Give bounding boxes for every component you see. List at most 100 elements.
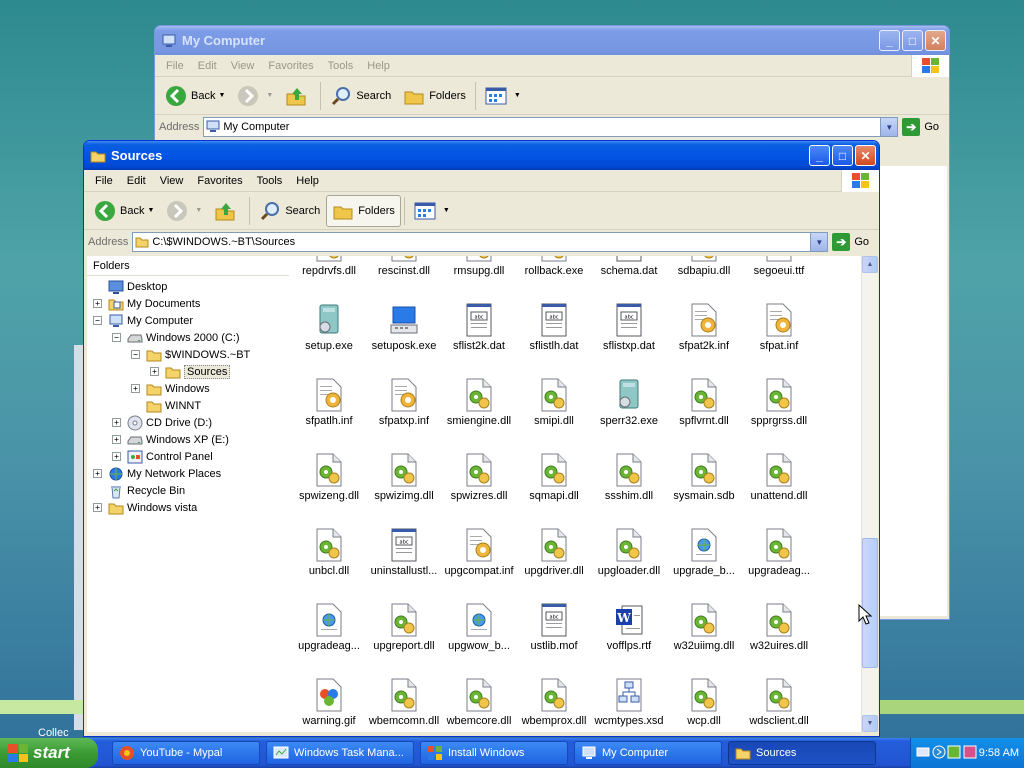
keyboard-icon[interactable] <box>916 746 930 761</box>
file-item[interactable]: spflvrnt.dll <box>666 374 742 427</box>
maximize-button[interactable]: □ <box>902 30 923 51</box>
file-item[interactable]: abc schema.dat <box>591 256 667 277</box>
menu-file[interactable]: File <box>88 175 120 187</box>
menu-favorites[interactable]: Favorites <box>190 175 249 187</box>
file-item[interactable]: unbcl.dll <box>291 524 367 577</box>
file-item[interactable]: wbemcore.dll <box>441 674 517 727</box>
menu-edit[interactable]: Edit <box>191 60 224 72</box>
menu-edit[interactable]: Edit <box>120 175 153 187</box>
file-item[interactable]: sfpatxp.inf <box>366 374 442 427</box>
go-button[interactable]: ➔ Go <box>832 233 875 251</box>
taskbar-button-sources[interactable]: Sources <box>728 741 876 765</box>
file-item[interactable]: sqmapi.dll <box>516 449 592 502</box>
file-item[interactable]: sfpat2k.inf <box>666 299 742 352</box>
taskbar-button-windows-task-mana[interactable]: Windows Task Mana... <box>266 741 414 765</box>
expand-toggle-icon[interactable]: − <box>93 316 102 325</box>
menu-tools[interactable]: Tools <box>321 60 361 72</box>
file-item[interactable]: abc sflistxp.dat <box>591 299 667 352</box>
back-button[interactable]: Back ▼ <box>88 195 160 227</box>
menu-favorites[interactable]: Favorites <box>261 60 320 72</box>
expand-toggle-icon[interactable]: + <box>112 452 121 461</box>
start-button[interactable]: start <box>0 738 98 768</box>
views-button[interactable]: ▼ <box>479 80 527 112</box>
expand-toggle-icon[interactable]: + <box>131 384 140 393</box>
display-icon[interactable] <box>947 745 961 762</box>
file-item[interactable]: ssshim.dll <box>591 449 667 502</box>
close-button[interactable]: ✕ <box>925 30 946 51</box>
file-item[interactable]: unattend.dll <box>741 449 817 502</box>
menu-help[interactable]: Help <box>360 60 397 72</box>
menu-help[interactable]: Help <box>289 175 326 187</box>
tree-node-windows[interactable]: + Windows <box>131 380 210 397</box>
search-button[interactable]: Search <box>324 80 397 112</box>
tree-node-windows-vista[interactable]: + Windows vista <box>93 499 197 516</box>
file-item[interactable]: wbemcomn.dll <box>366 674 442 727</box>
scroll-down-button[interactable]: ▼ <box>862 715 878 732</box>
file-item[interactable]: upgdriver.dll <box>516 524 592 577</box>
file-item[interactable]: sfpatlh.inf <box>291 374 367 427</box>
folders-button[interactable]: Folders <box>326 194 401 227</box>
file-item[interactable]: rollback.exe <box>516 256 592 277</box>
taskbar-button-install-windows[interactable]: Install Windows <box>420 741 568 765</box>
forward-button[interactable]: ▼ <box>160 195 208 227</box>
file-item[interactable]: segoeui.ttf <box>741 256 817 277</box>
file-item[interactable]: wcp.dll <box>666 674 742 727</box>
file-item[interactable]: abc sflist2k.dat <box>441 299 517 352</box>
file-item[interactable]: w32uiimg.dll <box>666 599 742 652</box>
file-item[interactable]: setup.exe <box>291 299 367 352</box>
address-input[interactable]: My Computer ▼ <box>203 117 899 137</box>
file-item[interactable]: abc ustlib.mof <box>516 599 592 652</box>
views-button[interactable]: ▼ <box>408 195 456 227</box>
file-item[interactable]: abc uninstallustl... <box>366 524 442 577</box>
file-item[interactable]: wbemprox.dll <box>516 674 592 727</box>
tree-node-cd-drive-d[interactable]: + CD Drive (D:) <box>112 414 212 431</box>
file-item[interactable]: sysmain.sdb <box>666 449 742 502</box>
expand-toggle-icon[interactable]: + <box>150 367 159 376</box>
file-item[interactable]: upgradeag... <box>741 524 817 577</box>
file-item[interactable]: smiengine.dll <box>441 374 517 427</box>
up-folder-button[interactable] <box>279 80 317 112</box>
file-item[interactable]: wcmtypes.xsd <box>591 674 667 727</box>
file-item[interactable]: abc sflistlh.dat <box>516 299 592 352</box>
file-item[interactable]: spprgrss.dll <box>741 374 817 427</box>
menu-view[interactable]: View <box>153 175 191 187</box>
file-item[interactable]: rmsupg.dll <box>441 256 517 277</box>
forward-button[interactable]: ▼ <box>231 80 279 112</box>
scroll-thumb[interactable] <box>862 538 878 668</box>
expand-toggle-icon[interactable]: + <box>112 418 121 427</box>
file-item[interactable]: upgloader.dll <box>591 524 667 577</box>
tree-node-windows-2000-c[interactable]: − Windows 2000 (C:) <box>112 329 240 346</box>
file-item[interactable]: warning.gif <box>291 674 367 727</box>
scroll-up-button[interactable]: ▲ <box>862 256 878 273</box>
file-item[interactable]: upgradeag... <box>291 599 367 652</box>
menu-file[interactable]: File <box>159 60 191 72</box>
file-item[interactable]: w32uires.dll <box>741 599 817 652</box>
tree-node-winnt[interactable]: WINNT <box>131 397 201 414</box>
maximize-button[interactable]: □ <box>832 145 853 166</box>
file-item[interactable]: repdrvfs.dll <box>291 256 367 277</box>
network-icon[interactable] <box>932 745 946 762</box>
file-item[interactable]: sdbapiu.dll <box>666 256 742 277</box>
file-item[interactable]: upgwow_b... <box>441 599 517 652</box>
close-button[interactable]: ✕ <box>855 145 876 166</box>
file-item[interactable]: upgcompat.inf <box>441 524 517 577</box>
file-item[interactable]: smipi.dll <box>516 374 592 427</box>
file-item[interactable]: Wvofflps.rtf <box>591 599 667 652</box>
tree-node-windows-bt[interactable]: − $WINDOWS.~BT <box>131 346 250 363</box>
search-button[interactable]: Search <box>253 195 326 227</box>
tree-node-my-network-places[interactable]: + My Network Places <box>93 465 221 482</box>
expand-toggle-icon[interactable]: + <box>93 469 102 478</box>
my-computer-titlebar[interactable]: My Computer _ □ ✕ <box>155 26 949 55</box>
expand-toggle-icon[interactable]: − <box>112 333 121 342</box>
tree-node-desktop[interactable]: Desktop <box>93 278 167 295</box>
tree-node-windows-xp-e[interactable]: + Windows XP (E:) <box>112 431 229 448</box>
file-item[interactable]: upgrade_b... <box>666 524 742 577</box>
menu-view[interactable]: View <box>224 60 262 72</box>
file-item[interactable]: wdsclient.dll <box>741 674 817 727</box>
file-item[interactable]: upgreport.dll <box>366 599 442 652</box>
file-item[interactable]: rescinst.dll <box>366 256 442 277</box>
tree-node-my-documents[interactable]: + My Documents <box>93 295 200 312</box>
tree-node-my-computer[interactable]: − My Computer <box>93 312 193 329</box>
address-input[interactable]: C:\$WINDOWS.~BT\Sources ▼ <box>132 232 829 252</box>
expand-toggle-icon[interactable]: + <box>93 299 102 308</box>
